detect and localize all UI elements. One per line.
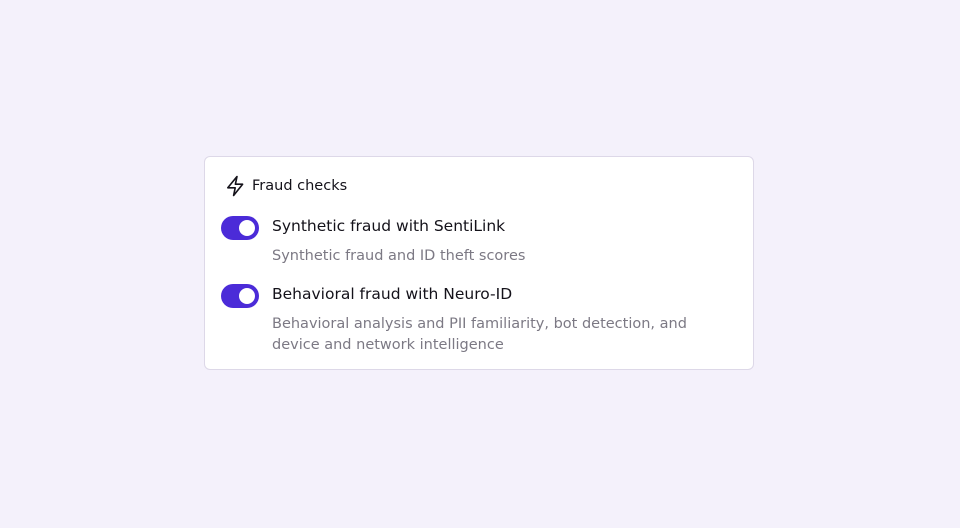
option-description: Behavioral analysis and PII familiarity,… xyxy=(272,316,687,353)
toggle-knob xyxy=(239,220,255,236)
sentilink-toggle[interactable] xyxy=(221,216,259,240)
lightning-bolt-icon xyxy=(227,175,244,197)
option-title: Behavioral fraud with Neuro-ID xyxy=(272,285,513,303)
card-header: Fraud checks xyxy=(225,175,347,197)
option-description: Synthetic fraud and ID theft scores xyxy=(272,248,526,264)
option-title: Synthetic fraud with SentiLink xyxy=(272,217,506,235)
toggle-knob xyxy=(239,288,255,304)
neuro-id-toggle[interactable] xyxy=(221,284,259,308)
card-title: Fraud checks xyxy=(252,178,348,194)
fraud-checks-card: Fraud checks Synthetic fraud with SentiL… xyxy=(204,156,754,370)
